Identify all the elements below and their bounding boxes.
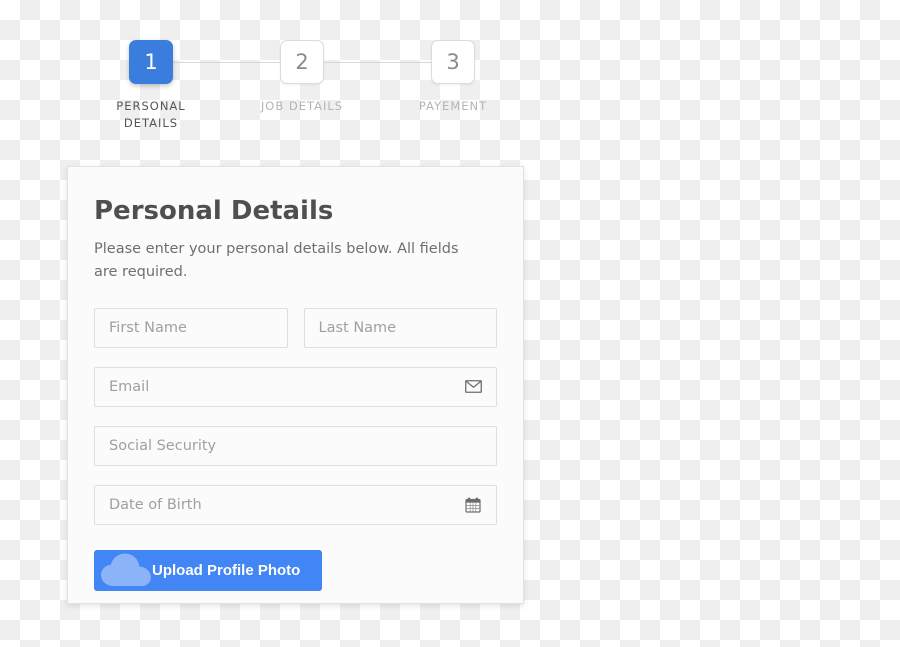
step-3-number: 3 [446,49,460,74]
date-of-birth-field: Date of Birth [94,484,497,525]
email-input[interactable]: Email [94,366,497,407]
last-name-placeholder: Last Name [318,319,397,336]
social-security-field-row: Social Security [94,425,497,466]
date-of-birth-field-row: Date of Birth [94,484,497,525]
upload-profile-photo-button[interactable]: Upload Profile Photo [94,549,322,591]
first-name-placeholder: First Name [109,319,187,336]
date-of-birth-placeholder: Date of Birth [109,496,202,513]
social-security-placeholder: Social Security [109,437,217,454]
social-security-input[interactable]: Social Security [94,425,497,466]
step-job-details[interactable]: 2 JOB DETAILS [255,40,349,115]
social-security-field: Social Security [94,425,497,466]
name-field-row: First Name Last Name [94,307,497,348]
step-2-number: 2 [295,49,309,74]
date-of-birth-input[interactable]: Date of Birth [94,484,497,525]
email-placeholder: Email [109,378,150,395]
personal-details-card: Personal Details Please enter your perso… [67,166,524,604]
step-2-label: JOB DETAILS [260,99,344,113]
envelope-icon[interactable] [464,378,482,396]
step-2-number-box[interactable]: 2 [280,40,324,84]
step-3-number-box[interactable]: 3 [431,40,475,84]
email-field: Email [94,366,497,407]
card-subtitle: Please enter your personal details below… [94,240,459,280]
first-name-field: First Name [94,307,288,348]
cloud-upload-icon [100,552,158,590]
step-personal-details[interactable]: 1 PERSONAL DETAILS [104,40,198,132]
step-payement[interactable]: 3 PAYEMENT [406,40,500,115]
page-title: Personal Details [94,196,334,226]
upload-profile-photo-label: Upload Profile Photo [152,561,301,579]
last-name-input[interactable]: Last Name [303,307,497,348]
step-3-label: PAYEMENT [418,99,488,113]
step-progress-indicator: 1 PERSONAL DETAILS 2 JOB DETAILS 3 PAYEM… [104,40,504,140]
first-name-input[interactable]: First Name [94,307,288,348]
step-1-number: 1 [144,49,158,74]
email-field-row: Email [94,366,497,407]
last-name-field: Last Name [303,307,497,348]
step-1-number-box[interactable]: 1 [129,40,173,84]
calendar-icon[interactable] [464,496,482,514]
step-1-label: PERSONAL DETAILS [116,99,186,130]
